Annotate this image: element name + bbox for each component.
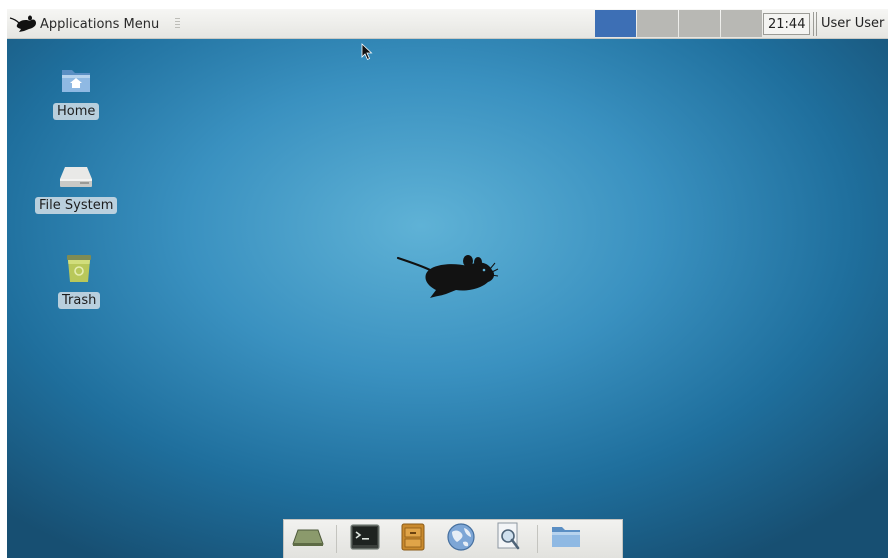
- desktop-icon-home[interactable]: Home: [53, 65, 100, 120]
- panel-drag-handle[interactable]: [175, 18, 180, 30]
- dock-folder[interactable]: [542, 521, 590, 557]
- panel-clock[interactable]: 21:44: [763, 13, 811, 35]
- dock-separator: [537, 525, 538, 553]
- dock-terminal[interactable]: [341, 521, 389, 557]
- desktop-icon-label: Home: [53, 103, 100, 120]
- workspace-1[interactable]: [595, 10, 636, 37]
- applications-menu-button[interactable]: Applications Menu: [9, 12, 159, 36]
- terminal-icon: [350, 524, 380, 554]
- panel-separator: [813, 12, 817, 36]
- desktop-icon-label: Trash: [58, 292, 101, 309]
- hard-drive-icon: [58, 161, 94, 193]
- web-browser-globe-icon: [446, 522, 476, 556]
- xfce-mouse-icon: [9, 14, 37, 34]
- dock-web-browser[interactable]: [437, 521, 485, 557]
- applications-menu-label: Applications Menu: [40, 16, 160, 32]
- top-panel: Applications Menu 21:44 User User: [7, 9, 888, 39]
- show-desktop-icon: [291, 527, 325, 551]
- workspace-switcher: [595, 10, 763, 37]
- home-folder-icon: [59, 65, 93, 99]
- folder-icon: [550, 524, 582, 554]
- xfce-mouse-logo-icon: [396, 252, 500, 306]
- desktop-icon-label: File System: [35, 197, 118, 214]
- dock-show-desktop[interactable]: [284, 521, 332, 557]
- workspace-3[interactable]: [679, 10, 720, 37]
- dock-app-finder[interactable]: [485, 521, 533, 557]
- mouse-pointer-icon: [361, 43, 373, 65]
- bottom-dock: [283, 519, 623, 558]
- user-menu-button[interactable]: User User: [821, 13, 888, 35]
- workspace-4[interactable]: [721, 10, 762, 37]
- dock-file-manager-cabinet[interactable]: [389, 521, 437, 557]
- screen: Home File System Trash Applications Menu…: [0, 0, 888, 558]
- search-document-icon: [496, 522, 522, 556]
- desktop-icon-trash[interactable]: Trash: [58, 252, 101, 309]
- trash-icon: [65, 252, 93, 288]
- workspace-2[interactable]: [637, 10, 678, 37]
- dock-separator: [336, 525, 337, 553]
- file-cabinet-icon: [401, 523, 425, 555]
- desktop-icon-file-system[interactable]: File System: [35, 161, 118, 214]
- screen-edge: [0, 0, 7, 558]
